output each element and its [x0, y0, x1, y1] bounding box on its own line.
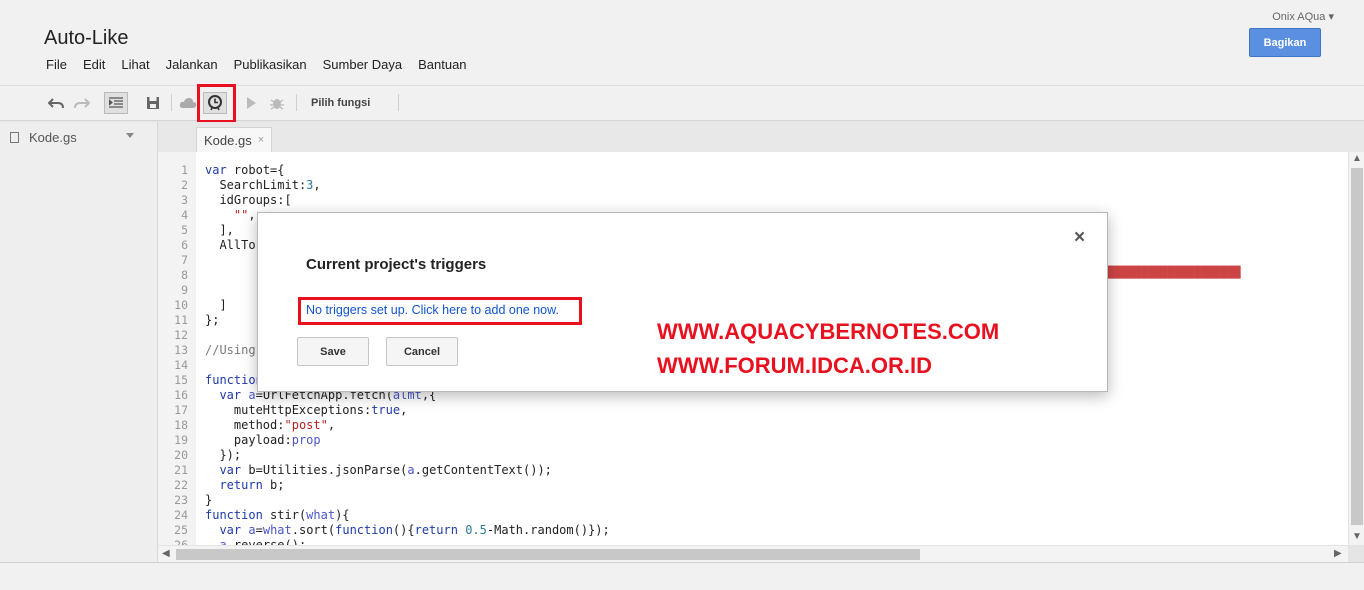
- code-text: function: [205, 373, 263, 387]
- undo-icon[interactable]: [44, 92, 68, 114]
- chevron-left-icon[interactable]: ◀: [162, 548, 170, 559]
- sidebar-file-label: Kode.gs: [29, 129, 77, 145]
- menu-bar: File Edit Lihat Jalankan Publikasikan Su…: [38, 56, 475, 73]
- code-text: var b=Utilities.jsonParse(a.getContentTe…: [219, 463, 552, 477]
- menu-help[interactable]: Bantuan: [410, 56, 474, 73]
- code-text: var robot={: [205, 163, 285, 177]
- code-text: muteHttpExceptions:true,: [233, 403, 408, 417]
- line-number: 7: [181, 253, 188, 267]
- vertical-scroll-thumb[interactable]: [1351, 168, 1363, 525]
- select-function-dropdown[interactable]: Pilih fungsi: [311, 97, 370, 109]
- code-text: function stir(what){: [205, 508, 350, 522]
- watermark-line-1: WWW.AQUACYBERNOTES.COM: [657, 319, 1000, 344]
- line-number: 16: [174, 388, 188, 402]
- code-text: };: [205, 313, 220, 327]
- code-text: ],: [205, 223, 234, 237]
- editor-tab-strip: Kode.gs ×: [158, 122, 1364, 152]
- line-number: 1: [181, 163, 188, 177]
- tab-label: Kode.gs: [204, 132, 252, 148]
- line-number: 20: [174, 448, 188, 462]
- share-button[interactable]: Bagikan: [1249, 28, 1321, 57]
- line-number: 3: [181, 193, 188, 207]
- menu-resources[interactable]: Sumber Daya: [315, 56, 410, 73]
- line-number: 6: [181, 238, 188, 252]
- toolbar-divider: [398, 94, 399, 111]
- save-button[interactable]: Save: [297, 337, 369, 366]
- code-text: method:"post",: [233, 418, 336, 432]
- line-number: 8: [181, 268, 188, 282]
- redo-icon[interactable]: [70, 92, 94, 114]
- code-text: SearchLimit:3,: [219, 178, 321, 192]
- indent-icon[interactable]: [104, 92, 128, 114]
- vertical-scrollbar[interactable]: ▲ ▼: [1348, 152, 1364, 545]
- sidebar-file-item[interactable]: Kode.gs: [0, 122, 150, 152]
- code-text: ]: [205, 298, 227, 312]
- code-text: var a=what.sort(function(){return 0.5-Ma…: [219, 523, 610, 537]
- chevron-down-icon[interactable]: ▼: [1352, 531, 1362, 542]
- line-number: 12: [174, 328, 188, 342]
- save-icon[interactable]: [141, 92, 165, 114]
- menu-edit[interactable]: Edit: [75, 56, 113, 73]
- run-icon[interactable]: [239, 92, 263, 114]
- close-icon[interactable]: ×: [1074, 227, 1085, 249]
- horizontal-scroll-thumb[interactable]: [176, 549, 920, 560]
- line-number: 24: [174, 508, 188, 522]
- user-name: Onix AQua: [1272, 11, 1326, 23]
- line-number: 19: [174, 433, 188, 447]
- line-number: 13: [174, 343, 188, 357]
- header: Auto-Like File Edit Lihat Jalankan Publi…: [0, 0, 1364, 85]
- line-number: 21: [174, 463, 188, 477]
- menu-file[interactable]: File: [38, 56, 75, 73]
- line-number: 9: [181, 283, 188, 297]
- toolbar-divider: [296, 94, 297, 111]
- chevron-up-icon[interactable]: ▲: [1352, 153, 1362, 164]
- line-number: 26: [174, 538, 188, 545]
- document-icon: [10, 131, 19, 143]
- cancel-button[interactable]: Cancel: [386, 337, 458, 366]
- code-text: payload:prop: [233, 433, 321, 447]
- line-number: 22: [174, 478, 188, 492]
- code-text: idGroups:[: [219, 193, 292, 207]
- code-text: "",: [233, 208, 256, 222]
- chevron-right-icon[interactable]: ▶: [1334, 548, 1342, 559]
- add-trigger-link[interactable]: No triggers set up. Click here to add on…: [306, 303, 559, 317]
- line-number: 18: [174, 418, 188, 432]
- line-number: 10: [174, 298, 188, 312]
- line-number: 4: [181, 208, 188, 222]
- code-text: return b;: [219, 478, 285, 492]
- close-icon[interactable]: ×: [258, 134, 264, 146]
- menu-run[interactable]: Jalankan: [158, 56, 226, 73]
- horizontal-scrollbar[interactable]: ◀ ▶: [158, 545, 1348, 562]
- project-title[interactable]: Auto-Like: [44, 27, 129, 50]
- tab-kode-gs[interactable]: Kode.gs ×: [196, 127, 272, 152]
- line-number: 2: [181, 178, 188, 192]
- line-number: 14: [174, 358, 188, 372]
- line-number: 15: [174, 373, 188, 387]
- menu-view[interactable]: Lihat: [113, 56, 157, 73]
- line-number: 23: [174, 493, 188, 507]
- status-bar: [0, 562, 1364, 590]
- code-text: }: [205, 493, 213, 507]
- error-underline-text: ████████████████████: [1108, 266, 1241, 279]
- code-text: });: [205, 448, 242, 462]
- trigger-highlight-box: [197, 84, 236, 123]
- line-number: 5: [181, 223, 188, 237]
- user-account-menu[interactable]: Onix AQua ▾: [1272, 10, 1334, 23]
- code-text: AllTo: [219, 238, 256, 252]
- chevron-down-icon[interactable]: [126, 133, 134, 138]
- triggers-dialog: × Current project's triggers No triggers…: [257, 212, 1108, 392]
- line-number: 17: [174, 403, 188, 417]
- file-sidebar: Kode.gs: [0, 122, 158, 562]
- chevron-down-icon: ▾: [1328, 11, 1334, 23]
- code-text: a.reverse();: [219, 538, 307, 545]
- line-number: 11: [174, 313, 188, 327]
- code-text: //Using: [205, 343, 256, 357]
- debug-icon[interactable]: [265, 92, 289, 114]
- dialog-title: Current project's triggers: [306, 256, 487, 273]
- line-number: 25: [174, 523, 188, 537]
- watermark-line-2: WWW.FORUM.IDCA.OR.ID: [657, 353, 932, 378]
- toolbar-divider: [171, 94, 172, 111]
- menu-publish[interactable]: Publikasikan: [226, 56, 315, 73]
